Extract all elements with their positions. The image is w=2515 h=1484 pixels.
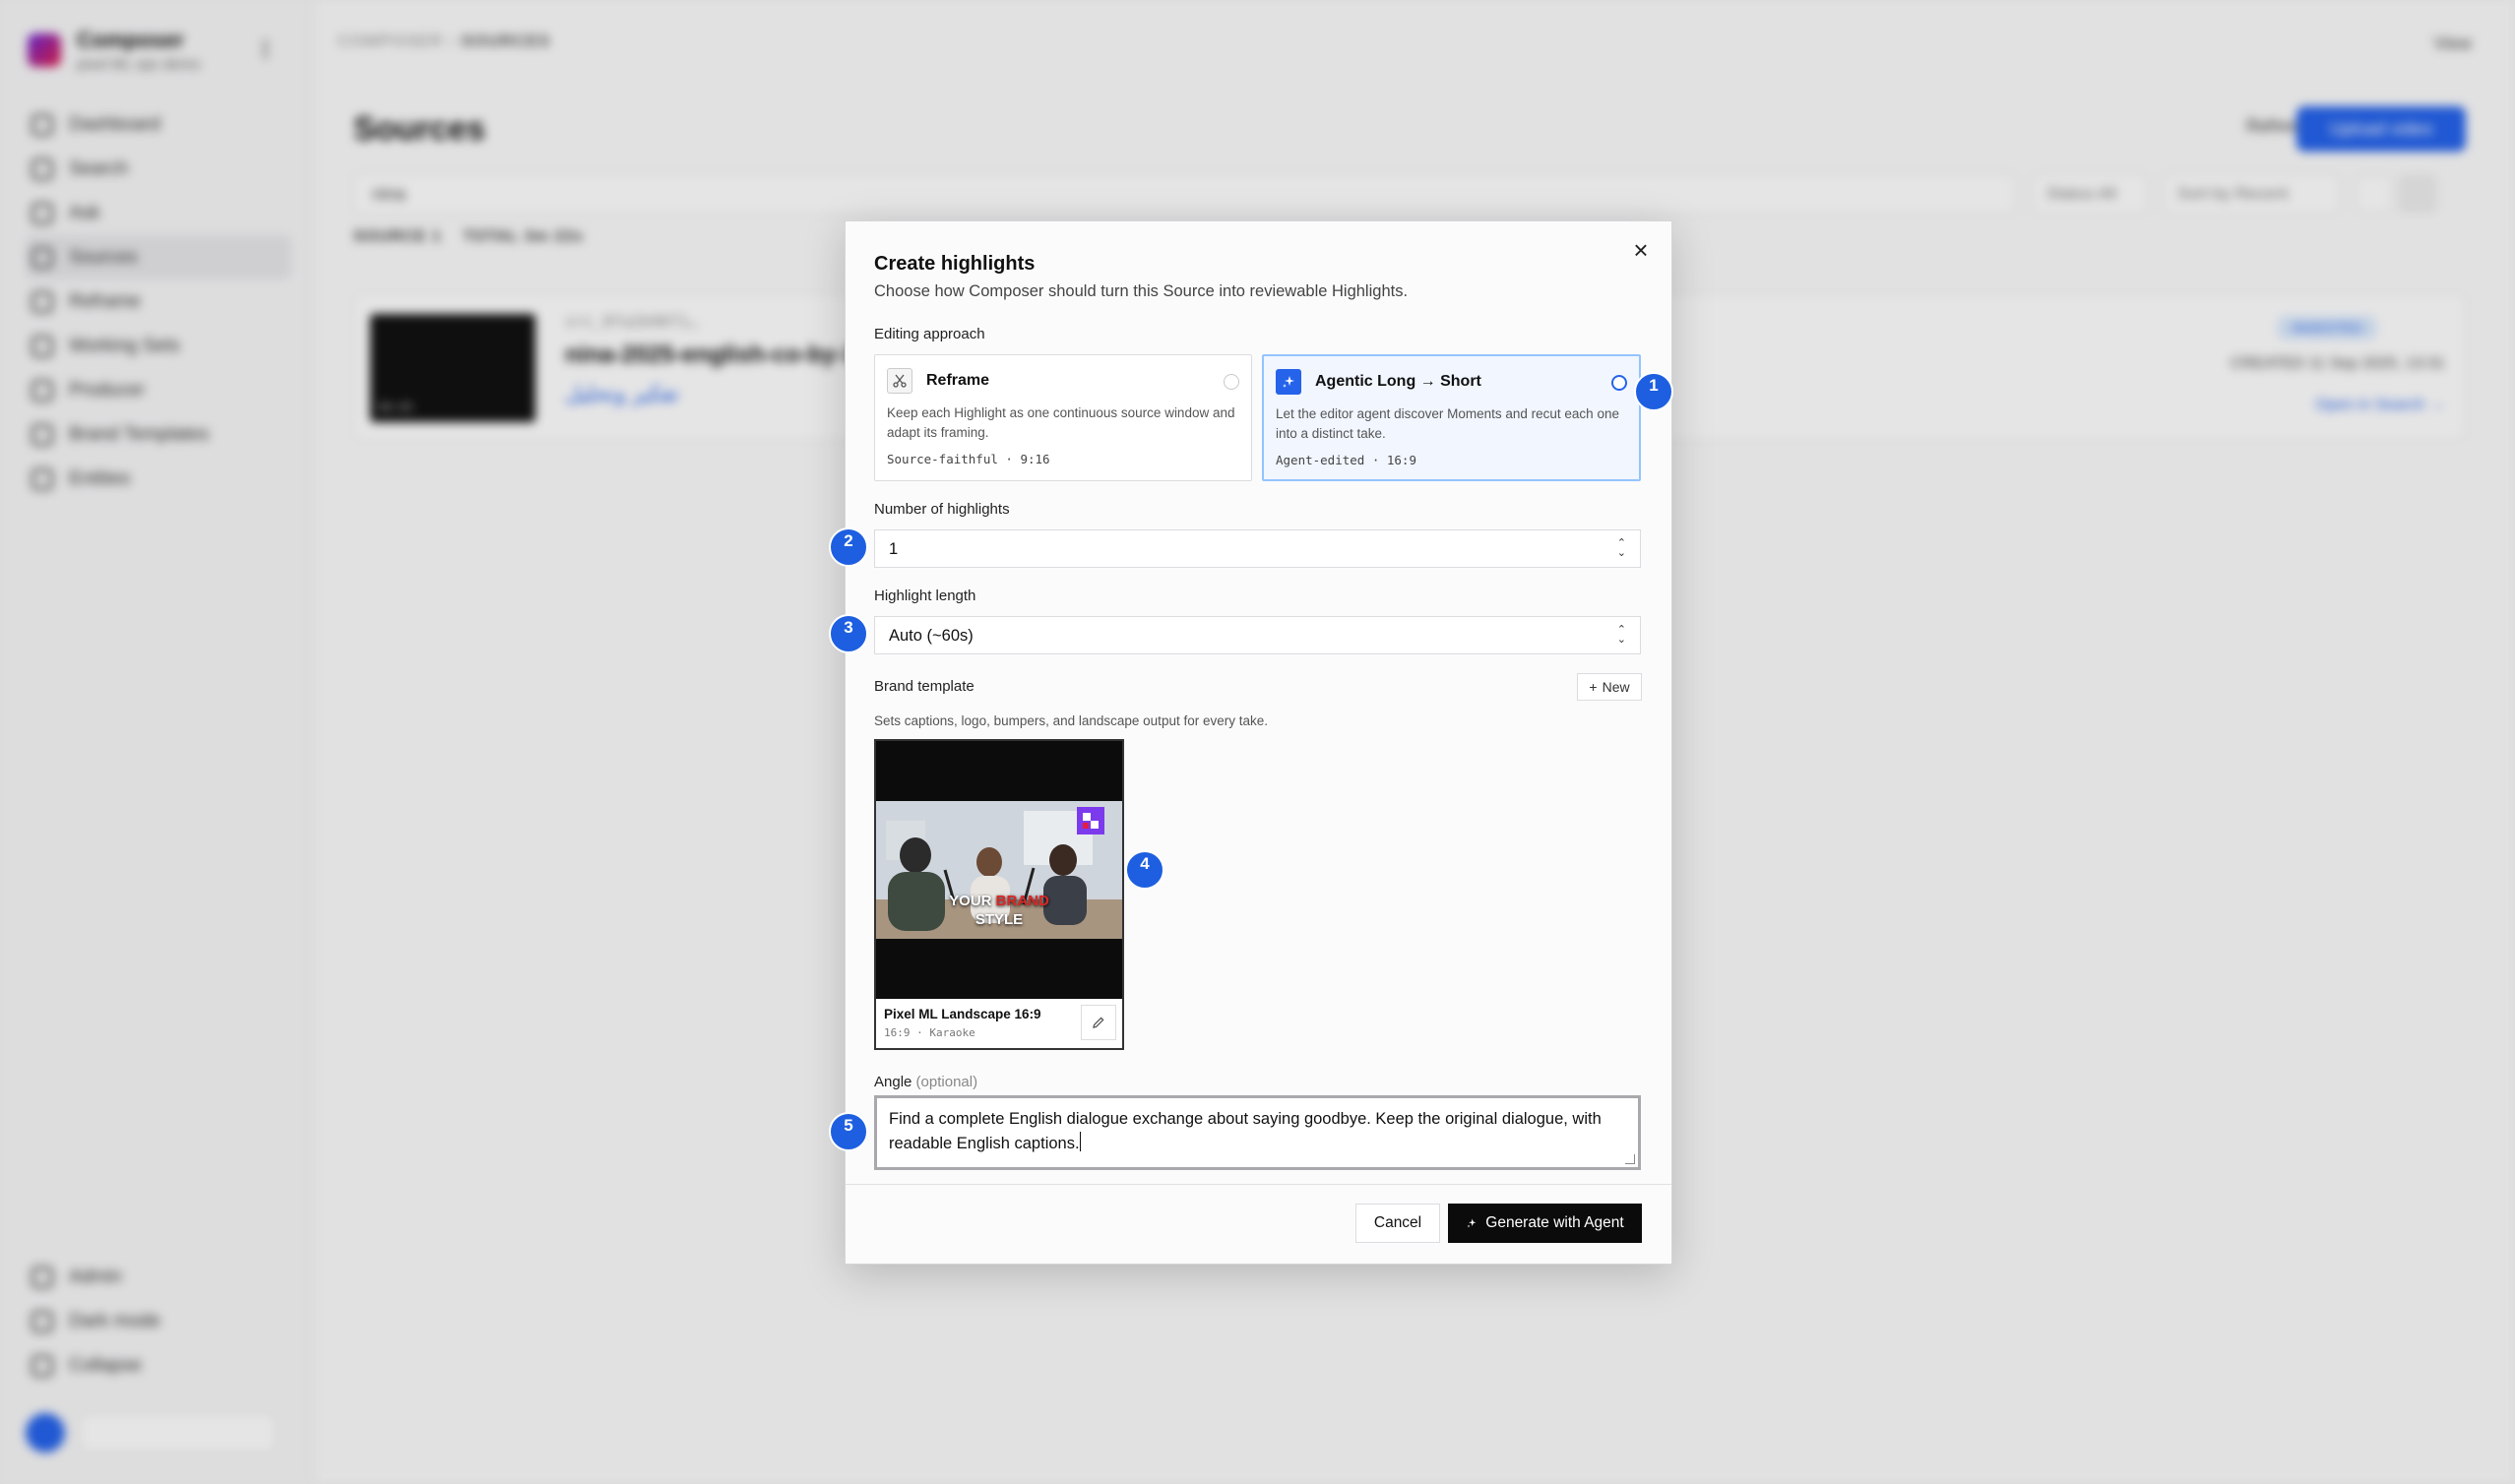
create-highlights-dialog: × Create highlights Choose how Composer …: [845, 220, 1672, 1265]
angle-textarea[interactable]: Find a complete English dialogue exchang…: [874, 1095, 1641, 1170]
angle-label: Angle (optional): [874, 1074, 977, 1090]
template-caption-overlay: YOUR BRAND STYLE: [876, 892, 1122, 929]
number-of-highlights-label: Number of highlights: [874, 501, 1010, 518]
new-template-label: New: [1602, 679, 1630, 695]
caption-style: STYLE: [975, 911, 1024, 928]
approach-name: Reframe: [926, 372, 990, 389]
chevron-up-down-icon: ⌃ ⌄: [1616, 624, 1626, 646]
dialog-footer-divider: [846, 1184, 1671, 1185]
brand-template-label: Brand template: [874, 678, 975, 695]
highlight-length-label: Highlight length: [874, 587, 976, 604]
scissors-icon: [887, 368, 912, 394]
template-preview-image: YOUR BRAND STYLE: [876, 801, 1122, 939]
plus-icon: +: [1589, 679, 1598, 695]
step-marker-3: 3: [829, 614, 868, 653]
brand-template-hint: Sets captions, logo, bumpers, and landsc…: [874, 713, 1268, 728]
approach-agentic-option[interactable]: Agentic Long → Short Let the editor agen…: [1262, 354, 1641, 481]
select-value: Auto (~60s): [889, 627, 974, 645]
template-name: Pixel ML Landscape 16:9: [884, 1007, 1041, 1021]
text-caret: [1079, 1132, 1082, 1151]
approach-radio-selected[interactable]: [1611, 375, 1627, 391]
template-meta: 16:9 · Karaoke: [884, 1026, 975, 1039]
caption-brand: BRAND: [995, 893, 1049, 909]
new-template-button[interactable]: + New: [1577, 673, 1642, 701]
sparkles-icon: [1467, 1218, 1477, 1228]
brand-template-card[interactable]: YOUR BRAND STYLE Pixel ML Landscape 16:9…: [874, 739, 1124, 1050]
approach-meta: Source-faithful · 9:16: [887, 452, 1050, 466]
step-marker-1: 1: [1634, 372, 1673, 411]
step-marker-2: 2: [829, 527, 868, 567]
sparkles-icon: [1276, 369, 1301, 395]
approach-description: Let the editor agent discover Moments an…: [1276, 406, 1619, 441]
caption-your: YOUR: [949, 893, 992, 909]
template-preview: YOUR BRAND STYLE: [876, 741, 1122, 999]
highlight-length-select[interactable]: Auto (~60s) ⌃ ⌄: [874, 616, 1641, 654]
approach-description: Keep each Highlight as one continuous so…: [887, 405, 1235, 440]
number-of-highlights-select[interactable]: 1 ⌃ ⌄: [874, 529, 1641, 568]
resize-handle-icon[interactable]: [1625, 1154, 1635, 1164]
step-marker-5: 5: [829, 1112, 868, 1151]
dialog-subtitle: Choose how Composer should turn this Sou…: [874, 282, 1409, 300]
close-icon[interactable]: ×: [1628, 237, 1654, 263]
step-marker-4: 4: [1125, 850, 1164, 890]
generate-with-agent-button[interactable]: Generate with Agent: [1448, 1204, 1642, 1243]
approach-name: Agentic Long → Short: [1315, 373, 1481, 390]
generate-label: Generate with Agent: [1485, 1214, 1624, 1231]
select-value: 1: [889, 540, 899, 558]
chevron-up-down-icon: ⌃ ⌄: [1616, 537, 1626, 559]
cancel-button[interactable]: Cancel: [1355, 1204, 1440, 1243]
edit-template-button[interactable]: [1081, 1005, 1116, 1040]
template-footer: Pixel ML Landscape 16:9 16:9 · Karaoke: [876, 999, 1122, 1048]
dialog-title: Create highlights: [874, 253, 1036, 275]
approach-reframe-option[interactable]: Reframe Keep each Highlight as one conti…: [874, 354, 1252, 481]
angle-optional: (optional): [915, 1074, 978, 1090]
approach-meta: Agent-edited · 16:9: [1276, 453, 1416, 467]
pencil-icon: [1093, 1017, 1104, 1028]
approach-radio[interactable]: [1224, 374, 1239, 390]
editing-approach-label: Editing approach: [874, 326, 985, 342]
angle-label-text: Angle: [874, 1074, 912, 1090]
angle-text: Find a complete English dialogue exchang…: [889, 1110, 1602, 1152]
